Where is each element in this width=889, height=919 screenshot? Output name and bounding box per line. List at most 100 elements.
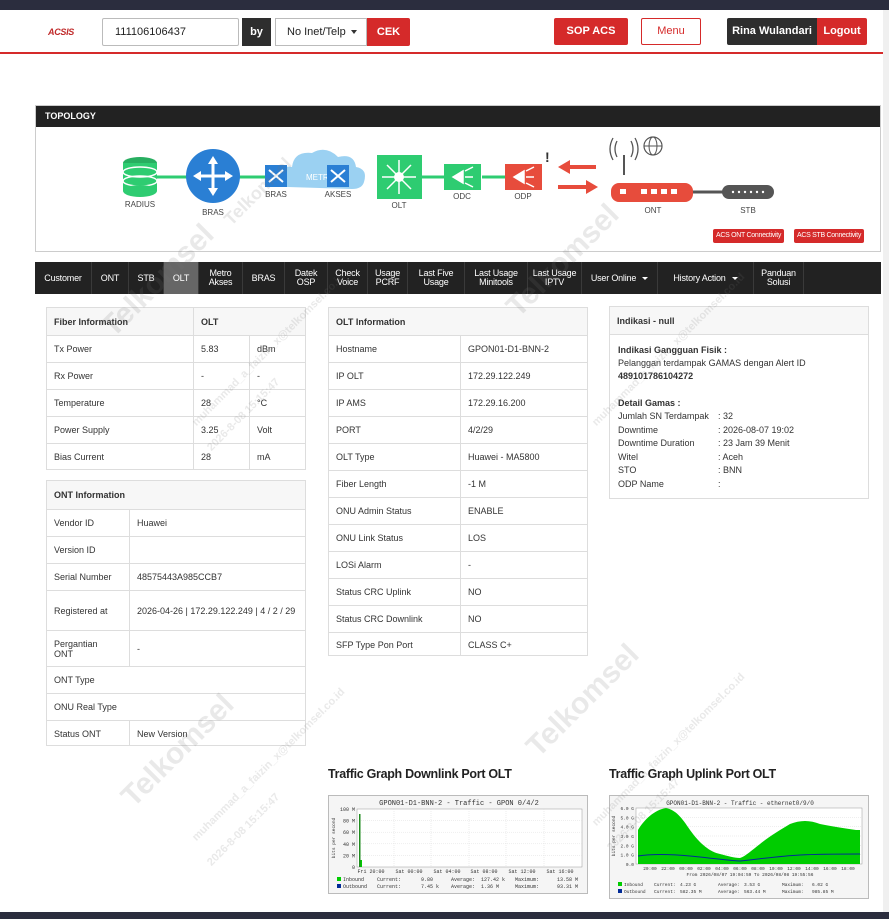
tab-usage-pcrf[interactable]: Usage PCRF	[368, 262, 408, 294]
user-name[interactable]: Rina Wulandari	[727, 18, 817, 45]
tab-last-usage-iptv[interactable]: Last Usage IPTV	[528, 262, 582, 294]
search-type-select[interactable]: No Inet/Telp	[275, 18, 367, 46]
tab-ont[interactable]: ONT	[92, 262, 129, 294]
olt-hub-icon[interactable]	[377, 155, 422, 199]
list-item: Witel: Aceh	[618, 451, 868, 465]
legend-key: Maximum:	[782, 882, 804, 888]
node-label-odp: ODP	[514, 192, 531, 201]
search-input[interactable]	[102, 18, 239, 46]
x-tick: 16:00	[823, 866, 837, 872]
tab-last-five-usage[interactable]: Last Five Usage	[408, 262, 465, 294]
table-row: ONU Link Status LOS	[329, 524, 587, 551]
table-row: Tx Power 5.83 dBm	[47, 335, 305, 362]
app-logo[interactable]: ACSIS	[48, 27, 74, 37]
row-value: ENABLE	[460, 498, 588, 524]
y-tick: 1.0 G	[620, 853, 634, 859]
tab-stb[interactable]: STB	[129, 262, 164, 294]
metro-cloud-icon[interactable]	[277, 149, 365, 189]
tab-bras[interactable]: BRAS	[243, 262, 285, 294]
table-row: Pergantian ONT -	[47, 630, 305, 666]
detail-label: Jumlah SN Terdampak	[618, 411, 709, 421]
watermark-brand: Telkomsel	[520, 637, 646, 764]
stb-box-icon[interactable]	[722, 185, 774, 199]
legend-swatch-inbound	[337, 877, 341, 881]
row-value: 172.29.16.200	[460, 390, 588, 416]
legend-value: 3.53 G	[744, 882, 761, 888]
y-axis-label: bits per second	[331, 817, 337, 858]
tab-label: Panduan Solusi	[761, 268, 796, 287]
legend-value: 985.85 M	[812, 889, 834, 895]
list-item: Downtime: 2026-08-07 19:02	[618, 424, 868, 438]
downlink-traffic-graph[interactable]: GPON01-D1-BNN-2 - Traffic - GPON 0/4/2 1…	[328, 795, 588, 894]
tab-check-voice[interactable]: Check Voice	[328, 262, 368, 294]
node-label-akses: AKSES	[325, 190, 352, 199]
uplink-graph-svg: GPON01-D1-BNN-2 - Traffic - ethernet0/9/…	[611, 800, 863, 895]
legend-key: Maximum:	[782, 889, 804, 895]
wifi-antenna-icon	[609, 137, 639, 175]
row-unit: -	[249, 363, 306, 389]
downlink-graph-title: Traffic Graph Downlink Port OLT	[328, 767, 512, 781]
tab-user-online[interactable]: User Online	[582, 262, 658, 294]
menu-button[interactable]: Menu	[641, 18, 701, 45]
tab-label: ONT	[100, 272, 120, 283]
table-row: Rx Power - -	[47, 362, 305, 389]
bras-router-icon[interactable]	[186, 149, 240, 203]
uplink-traffic-graph[interactable]: GPON01-D1-BNN-2 - Traffic - ethernet0/9/…	[609, 795, 869, 899]
tab-datek-osp[interactable]: Datek OSP	[285, 262, 328, 294]
tab-label: History Action	[673, 272, 726, 283]
detail-value: : 32	[718, 411, 734, 421]
radius-db-icon[interactable]	[122, 157, 158, 197]
row-value: New Version	[129, 721, 306, 746]
odp-splitter-icon[interactable]	[505, 164, 542, 190]
row-label: ONU Real Type	[54, 702, 117, 712]
table-row: Status ONT New Version	[47, 720, 305, 746]
tab-metro-akses[interactable]: Metro Akses	[199, 262, 243, 294]
tab-panduan-solusi[interactable]: Panduan Solusi	[754, 262, 804, 294]
search-type-value: No Inet/Telp	[287, 26, 346, 38]
row-label: Registered at	[54, 605, 108, 616]
bras-switch-icon[interactable]	[265, 165, 287, 187]
detail-label: Downtime Duration	[618, 438, 695, 448]
row-value: GPON01-D1-BNN-2	[460, 336, 588, 362]
tab-customer[interactable]: Customer	[35, 262, 92, 294]
acs-ont-connectivity-button[interactable]: ACS ONT Connectivity	[713, 229, 785, 243]
legend-label: Inbound	[624, 882, 643, 888]
row-value: CLASS C+	[460, 633, 588, 656]
y-axis-label: bits per second	[611, 815, 617, 856]
tab-label: Last Usage Minitools	[474, 268, 518, 287]
tab-label: Metro Akses	[208, 268, 233, 287]
detail-value: : BNN	[718, 465, 743, 475]
row-label: SFP Type Pon Port	[336, 639, 413, 650]
graph-header: GPON01-D1-BNN-2 - Traffic - ethernet0/9/…	[666, 800, 814, 807]
tab-history-action[interactable]: History Action	[658, 262, 754, 294]
row-value: 5.83	[193, 336, 249, 362]
caret-down-icon	[351, 30, 357, 34]
check-button[interactable]: CEK	[367, 18, 410, 46]
akses-switch-icon[interactable]	[327, 165, 349, 187]
table-row: Status CRC Downlink NO	[329, 605, 587, 632]
ont-modem-icon[interactable]	[611, 183, 693, 202]
tab-olt[interactable]: OLT	[164, 262, 199, 294]
sop-acs-button[interactable]: SOP ACS	[554, 18, 628, 45]
table-row: ONU Admin Status ENABLE	[329, 497, 587, 524]
table-row: IP OLT 172.29.122.249	[329, 362, 587, 389]
x-tick: 12:00	[787, 866, 801, 872]
row-label: Power Supply	[54, 425, 110, 435]
x-tick: Sat 12:00	[508, 869, 535, 875]
tab-last-usage-minitools[interactable]: Last Usage Minitools	[465, 262, 528, 294]
row-label: Serial Number	[54, 572, 112, 582]
acs-stb-connectivity-button[interactable]: ACS STB Connectivity	[794, 229, 865, 243]
detail-label: Witel	[618, 451, 638, 462]
legend-label: Outbound	[343, 884, 367, 890]
table-row: Status CRC Uplink NO	[329, 578, 587, 605]
x-tick: Sat 16:00	[546, 869, 573, 875]
node-label-odc: ODC	[453, 192, 471, 201]
node-label-bras: BRAS	[202, 208, 224, 217]
detail-value: : 23 Jam 39 Menit	[718, 438, 790, 448]
logout-button[interactable]: Logout	[817, 18, 867, 45]
y-tick: 20 M	[343, 853, 355, 859]
page-scrollbar[interactable]	[883, 10, 889, 912]
odc-splitter-icon[interactable]	[444, 164, 481, 190]
olt-information-panel: OLT Information Hostname GPON01-D1-BNN-2 …	[328, 307, 588, 656]
y-tick: 6.0 G	[620, 806, 634, 812]
